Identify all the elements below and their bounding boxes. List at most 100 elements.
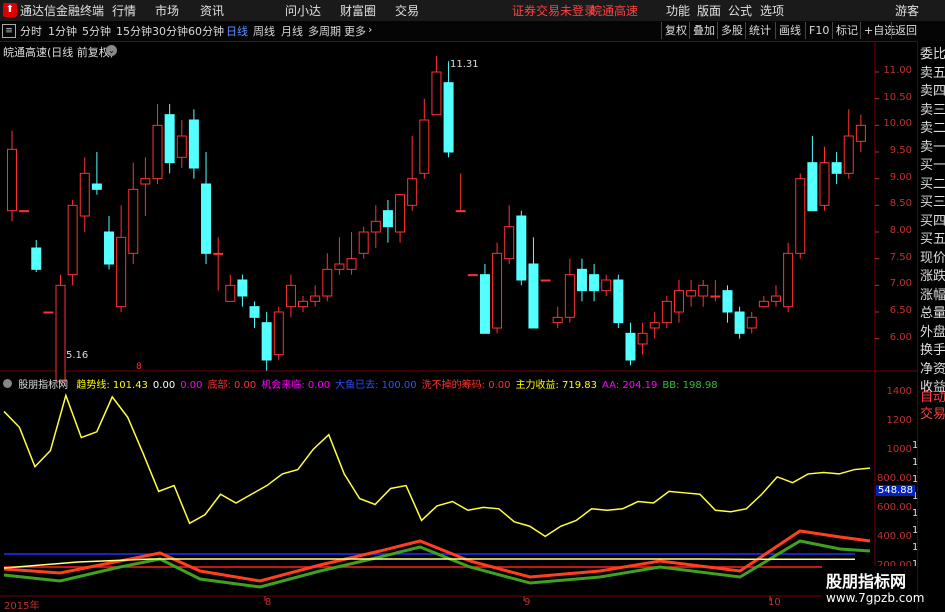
indicator-value: AA: 204.19 <box>602 380 658 391</box>
quote-field-label: 换手 <box>920 343 945 358</box>
btn-duogu[interactable]: 多股 <box>717 22 746 39</box>
candle-body <box>819 162 830 206</box>
candle-body <box>722 290 733 313</box>
indicator-value: 底部: 0.00 <box>207 380 257 391</box>
candle-body <box>358 231 369 254</box>
menu-gongshi[interactable]: 公式 <box>728 2 752 19</box>
quote-field-label: 卖三 <box>920 102 945 118</box>
period-60min[interactable]: 60分钟 <box>188 23 224 39</box>
indicator-settings-icon[interactable] <box>3 379 12 388</box>
menu-wenxiaoda[interactable]: 问小达 <box>285 2 321 19</box>
period-15min[interactable]: 15分钟 <box>116 23 152 39</box>
candle-body <box>661 300 672 324</box>
menu-banmian[interactable]: 版面 <box>697 2 721 19</box>
quote-field-label: 现价 <box>920 250 945 266</box>
candle-body <box>637 332 648 345</box>
candle-body <box>79 172 90 217</box>
price-tick-label: 9.50 <box>889 145 912 156</box>
marker-annotation: 8 <box>136 362 142 372</box>
candle-body <box>407 178 418 206</box>
period-1min[interactable]: 1分钟 <box>48 23 77 39</box>
candle-body <box>176 135 187 158</box>
indicator-tick-label: 800.00 <box>877 472 912 484</box>
candle-body <box>91 183 102 190</box>
menu-gongneng[interactable]: 功能 <box>666 2 690 19</box>
indicator-tick-label: 1000 <box>886 443 912 455</box>
indicator-name: 股朋指标网 <box>18 380 69 391</box>
candle-body <box>746 316 757 329</box>
candle-body <box>249 306 260 318</box>
price-tick-label: 6.00 <box>889 331 912 343</box>
low-annotation: 5.16 <box>66 350 89 361</box>
guest-label[interactable]: 游客 <box>895 2 919 19</box>
candle-body <box>273 311 284 356</box>
btn-biaoji[interactable]: 标记 <box>832 22 861 39</box>
period-30min[interactable]: 30分钟 <box>152 23 188 39</box>
candle-body <box>528 263 539 329</box>
login-status[interactable]: 证券交易未登录 <box>512 2 596 19</box>
quote-field-label: 买三 <box>920 195 945 210</box>
period-more[interactable]: 更多 <box>344 23 366 39</box>
candle-body <box>783 252 794 308</box>
candle-body <box>686 290 697 297</box>
candle-body <box>152 124 163 180</box>
candle-body <box>467 274 478 277</box>
candle-body <box>43 311 54 314</box>
menu-toggle-icon[interactable]: ≡ <box>2 24 16 38</box>
btn-f10[interactable]: F10 <box>805 22 832 39</box>
menu-xuanxiang[interactable]: 选项 <box>760 2 784 19</box>
indicator-tick-label: 600.00 <box>877 501 912 513</box>
chevron-right-icon[interactable]: › <box>368 23 372 36</box>
period-weekly[interactable]: 周线 <box>253 23 275 39</box>
quote-field-label: 委比 <box>920 47 945 62</box>
period-daily[interactable]: 日线 <box>226 23 248 39</box>
menu-shichang[interactable]: 市场 <box>155 2 179 19</box>
period-5min[interactable]: 5分钟 <box>82 23 111 39</box>
indicator-tick-label: 400.00 <box>877 530 912 542</box>
candle-body <box>613 279 624 324</box>
btn-fanhui[interactable]: 返回 <box>891 22 920 39</box>
btn-diejia[interactable]: 叠加 <box>689 22 718 39</box>
quote-field-label: 买四 <box>920 213 945 229</box>
quote-field-label: 卖四 <box>920 84 945 99</box>
period-monthly[interactable]: 月线 <box>281 23 303 39</box>
candle-body <box>419 119 430 174</box>
menu-zixun[interactable]: 资讯 <box>200 2 224 19</box>
auto-trade-label[interactable]: 交易 <box>920 403 945 422</box>
candle-body <box>443 82 454 153</box>
candle-body <box>431 71 442 116</box>
quote-field-label: 总量 <box>920 306 945 321</box>
menu-caifuquan[interactable]: 财富圈 <box>340 2 376 19</box>
quote-field-label: 净资 <box>920 361 945 377</box>
menu-jiaoyi[interactable]: 交易 <box>395 2 419 19</box>
candle-body <box>285 284 296 308</box>
price-tick-label: 10.00 <box>883 118 912 130</box>
x-label-2015: 2015年 <box>4 601 40 612</box>
app-name: 通达信金融终端 <box>20 4 105 18</box>
indicator-value: 机会来临: 0.00 <box>261 380 331 391</box>
candle-body <box>7 148 17 212</box>
indicator-value: 0.00 <box>180 380 203 391</box>
indicator-value: 大鱼已去: 100.00 <box>335 380 417 391</box>
period-multi[interactable]: 多周期 <box>308 23 341 39</box>
quote-panel: 委比 卖五 卖四 卖三 卖二 卖一 买一 买二 买三 买四 买五 现价 涨跌 涨幅 总量 外盘 换手 净资 收益 自动… <box>917 41 945 609</box>
candle-body <box>807 162 818 212</box>
main-income-line <box>3 393 871 538</box>
candle-body <box>55 284 66 382</box>
period-fenshi[interactable]: 分时 <box>20 23 42 39</box>
menu-hangqing[interactable]: 行情 <box>112 2 136 19</box>
candle-body <box>334 263 345 270</box>
indicator-tick-label: 1400 <box>886 385 912 397</box>
menu-bar: ⬆ 通达信金融终端 行情 市场 资讯 问小达 财富圈 交易 证券交易未登录 皖通… <box>0 0 945 22</box>
candle-body <box>855 124 866 142</box>
btn-fuquan[interactable]: 复权 <box>661 22 690 39</box>
candle-body <box>346 258 357 270</box>
candle-body <box>770 295 781 302</box>
btn-huaxian[interactable]: 画线 <box>775 22 804 39</box>
candle-body <box>237 279 248 297</box>
candle-body <box>455 210 466 213</box>
btn-tongji[interactable]: 统计 <box>745 22 774 39</box>
candle-body <box>843 135 854 174</box>
candle-body <box>649 322 660 329</box>
indicator-value: 主力收益: 719.83 <box>515 380 598 391</box>
